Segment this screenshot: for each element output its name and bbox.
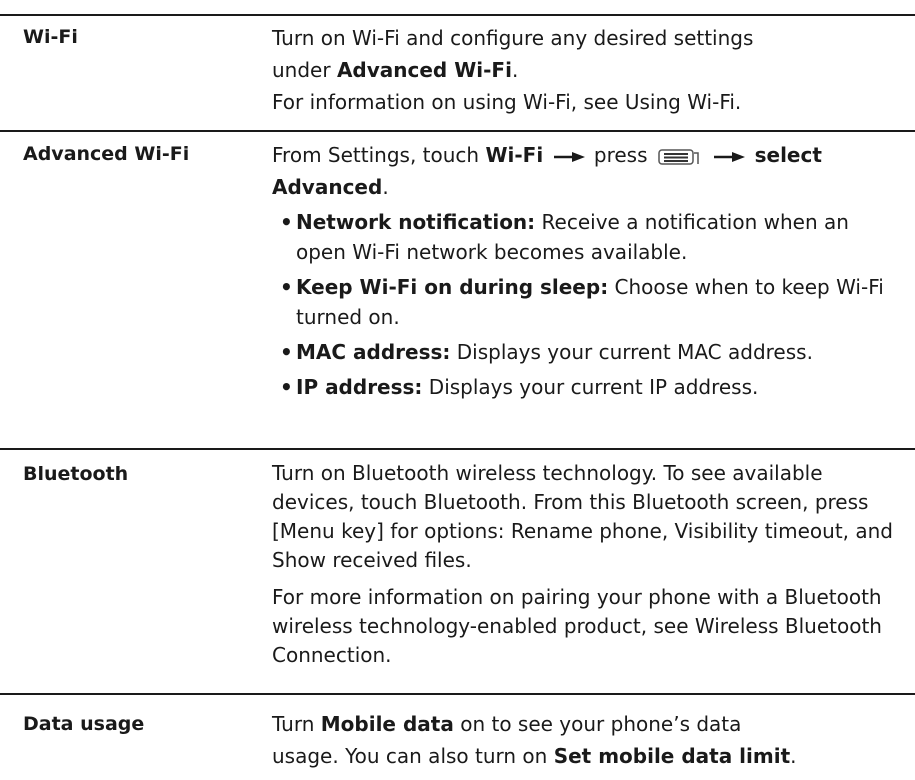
set-mobile-data-limit-ref: Set mobile data limit	[553, 744, 791, 768]
select-step: select	[754, 143, 822, 167]
wifi-step: Wi-Fi	[485, 143, 544, 167]
desc-wifi: Turn on Wi-Fi and configure any desired …	[272, 22, 902, 118]
data-usage-line2: usage. You can also turn on Set mobile d…	[272, 744, 797, 768]
wifi-line3: For information on using Wi-Fi, see Usin…	[272, 90, 742, 114]
right-arrow-icon	[553, 151, 585, 162]
desc-bluetooth: Turn on Bluetooth wireless technology. T…	[272, 459, 902, 670]
list-item-network-notification: Network notification: Receive a notifica…	[272, 207, 902, 267]
bluetooth-para2: For more information on pairing your pho…	[272, 585, 882, 667]
mobile-data-ref: Mobile data	[320, 712, 454, 736]
row-data-usage: Data usage Turn Mobile data on to see yo…	[0, 693, 915, 780]
row-advanced-wifi: Advanced Wi-Fi From Settings, touch Wi-F…	[0, 130, 915, 448]
row-wifi: Wi-Fi Turn on Wi-Fi and configure any de…	[0, 14, 915, 131]
advanced-intro-line2: Advanced.	[272, 175, 389, 199]
row-bluetooth: Bluetooth Turn on Bluetooth wireless tec…	[0, 448, 915, 694]
term-bluetooth: Bluetooth	[23, 463, 129, 485]
wifi-line2: under Advanced Wi-Fi.	[272, 58, 519, 82]
advanced-step: Advanced	[272, 175, 383, 199]
term-advanced-wifi: Advanced Wi-Fi	[23, 143, 190, 165]
list-item-mac-address: MAC address: Displays your current MAC a…	[272, 337, 902, 367]
desc-advanced-wifi: From Settings, touch Wi-Fi press select …	[272, 139, 902, 407]
right-arrow-icon	[714, 151, 746, 162]
list-item-ip-address: IP address: Displays your current IP add…	[272, 372, 902, 402]
list-item-keep-wifi-on: Keep Wi-Fi on during sleep: Choose when …	[272, 272, 902, 332]
menu-key-icon	[658, 148, 699, 165]
advanced-wifi-ref: Advanced Wi-Fi	[336, 58, 512, 82]
term-data-usage: Data usage	[23, 713, 145, 735]
advanced-options-list: Network notification: Receive a notifica…	[272, 207, 902, 402]
advanced-intro-line1: From Settings, touch Wi-Fi press select	[272, 143, 822, 167]
desc-data-usage: Turn Mobile data on to see your phone’s …	[272, 708, 902, 772]
wifi-line1: Turn on Wi-Fi and configure any desired …	[272, 26, 754, 50]
term-wifi: Wi-Fi	[23, 26, 78, 48]
bluetooth-para1: Turn on Bluetooth wireless technology. T…	[272, 461, 893, 572]
data-usage-line1: Turn Mobile data on to see your phone’s …	[272, 712, 742, 736]
